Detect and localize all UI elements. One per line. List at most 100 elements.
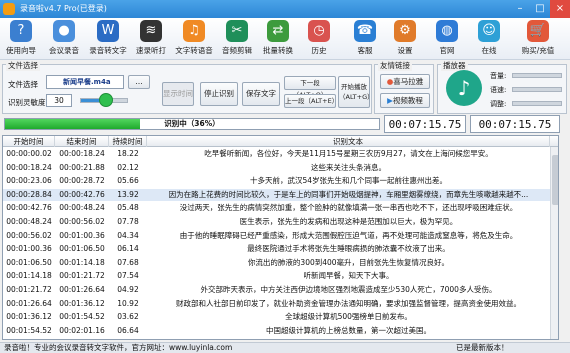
- toolbar-button-dictation[interactable]: ≋ 速录听打: [132, 20, 170, 58]
- ximalaya-link[interactable]: ●喜马拉雅: [380, 74, 430, 89]
- volume-slider[interactable]: [512, 73, 562, 78]
- speed-label: 语速:: [490, 86, 507, 94]
- cell-duration: 02.12: [117, 162, 139, 172]
- cell-text: 财政部和人社部日前印发了，就业补助资金管理办法通知明确，要求加强监督管理，提高资…: [176, 298, 521, 308]
- batch-convert-icon: ⇄: [267, 20, 289, 42]
- table-row[interactable]: 00:00:18.24 00:00:21.88 02.12 这些来关注头条消息。: [3, 162, 558, 174]
- toolbar-button-purchase[interactable]: 🛒 购买/充值: [510, 20, 566, 58]
- cell-start-time: 00:00:42.76: [6, 203, 52, 213]
- file-group-title: 文件选择: [6, 60, 40, 71]
- speed-slider[interactable]: [512, 87, 562, 92]
- next-segment-button[interactable]: 下一段（ALT+Q）: [284, 76, 336, 99]
- toolbar-button-online[interactable]: ☺ 在线: [474, 20, 504, 58]
- cell-end-time: 00:01:21.72: [59, 271, 105, 281]
- table-row[interactable]: 00:00:42.76 00:00:48.24 05.48 没过两天，张先生的病情突然…: [3, 202, 558, 214]
- cell-start-time: 00:01:54.52: [6, 325, 52, 335]
- cell-text: 这些来关注头条消息。: [311, 162, 386, 172]
- table-row[interactable]: 00:00:23.06 00:00:28.72 05.66 十多天前，武汉54岁张先生…: [3, 175, 558, 187]
- save-text-button[interactable]: 保存文字: [242, 82, 280, 106]
- cell-end-time: 00:02:01.16: [59, 325, 105, 335]
- cart-icon: 🛒: [527, 20, 549, 42]
- start-play-button[interactable]: 开始播放（ALT+G）: [338, 76, 374, 108]
- cell-duration: 10.92: [117, 298, 139, 308]
- status-bar: 录音啦！专业的会议录音转文字软件，官方网址：www.luyinla.com 已是…: [0, 342, 570, 353]
- microphone-icon: ●: [53, 20, 75, 42]
- table-row[interactable]: 00:00:00.02 00:00:18.24 18.22 吃早餐听新闻，各位好，今天…: [3, 148, 558, 160]
- settings-icon: ⚙: [394, 20, 416, 42]
- cell-text: 没过两天，张先生的病情突然加重，整个脸肿的就像填满一张一串西也吃不下，还出现呼吸…: [179, 203, 518, 213]
- file-path-field[interactable]: 新闻早餐.m4a: [46, 75, 124, 89]
- cell-start-time: 00:00:48.24: [6, 217, 52, 226]
- text-to-speech-icon: ♫: [183, 20, 205, 42]
- status-left-text: 录音啦！专业的会议录音转文字软件，官方网址：www.luyinla.com: [4, 343, 233, 352]
- table-row[interactable]: 00:01:26.64 00:01:36.12 10.92 财政部和人社部日前印发了，…: [3, 298, 558, 310]
- cell-start-time: 00:00:56.02: [6, 230, 52, 240]
- cell-end-time: 00:00:42.76: [59, 189, 105, 199]
- cell-start-time: 00:00:18.24: [6, 162, 52, 172]
- cell-start-time: 00:01:21.72: [6, 285, 52, 294]
- pitch-slider[interactable]: [512, 101, 562, 106]
- audio-edit-icon: ✂: [226, 20, 248, 42]
- table-row[interactable]: 00:01:21.72 00:01:26.64 04.92 外交部昨天表示，中方关注西…: [3, 284, 558, 296]
- friend-links-title: 友情链接: [378, 60, 412, 71]
- toolbar-button-batch-convert[interactable]: ⇄ 批量转换: [259, 20, 297, 58]
- cell-text: 由于他的睡眠障碍已经严重感染，形成大范围假腔压迫气道，再不处理可能造成窒息等，将…: [179, 230, 518, 240]
- cell-text: 医生表示，张先生的发病和出现这种是范围加以巨大，极为罕见。: [239, 217, 458, 226]
- table-row[interactable]: 00:01:54.52 00:02:01.16 06.64 中国超级计算机的上榜总数量…: [3, 325, 558, 337]
- table-row[interactable]: 00:00:48.24 00:00:56.02 07.78 医生表示，张先生的发病和出…: [3, 216, 558, 228]
- toolbar-button-audio-to-text[interactable]: W 录音转文字: [86, 20, 130, 58]
- sensitivity-input[interactable]: 30: [46, 94, 72, 107]
- header-duration[interactable]: 持续时间: [109, 136, 147, 147]
- music-note-icon[interactable]: ♪: [446, 70, 482, 106]
- header-start-time[interactable]: 开始时间: [3, 136, 55, 147]
- cell-text: 十多天前，武汉54岁张先生和几个同事一起前往惠州出差。: [249, 176, 448, 186]
- header-end-time[interactable]: 结束时间: [55, 136, 109, 147]
- cell-text: 中国超级计算机的上榜总数量，第一次超过美国。: [266, 325, 431, 335]
- prev-segment-button[interactable]: 上一段（ALT+E）: [284, 94, 338, 108]
- header-text[interactable]: 识别文本: [147, 136, 550, 147]
- minimize-icon[interactable]: –: [510, 0, 530, 18]
- cell-text: 全球超级计算机500强榜单日前发布。: [285, 312, 412, 322]
- window-title: 录音啦v4.7 Pro(已登录): [20, 4, 107, 13]
- online-icon: ☺: [478, 20, 500, 42]
- table-row[interactable]: 00:00:56.02 00:01:00.36 04.34 由于他的睡眠障碍已经严重感…: [3, 230, 558, 242]
- cell-end-time: 00:00:48.24: [59, 203, 105, 213]
- toolbar-button-support[interactable]: ☎ 客服: [350, 20, 380, 58]
- browse-button[interactable]: …: [128, 75, 150, 89]
- show-time-button[interactable]: 显示时间: [162, 82, 194, 106]
- toolbar-button-history[interactable]: ◷ 历史: [304, 20, 334, 58]
- cell-end-time: 00:01:06.50: [59, 244, 105, 254]
- cell-duration: 06.64: [117, 325, 139, 335]
- stop-recognition-button[interactable]: 停止识别: [200, 82, 238, 106]
- cell-start-time: 00:01:14.18: [6, 271, 52, 281]
- table-row[interactable]: 00:01:06.50 00:01:14.18 07.68 你流出的肺液的300到40…: [3, 257, 558, 269]
- toolbar-button-meeting-record[interactable]: ● 会议录音: [45, 20, 83, 58]
- history-icon: ◷: [308, 20, 330, 42]
- toolbar-button-guide[interactable]: ? 使用向导: [2, 20, 40, 58]
- cell-end-time: 00:01:14.18: [59, 257, 105, 267]
- table-row[interactable]: 00:00:28.84 00:00:42.76 13.92 因为在路上花费的时间比较久…: [3, 188, 558, 201]
- toolbar-button-website[interactable]: ◍ 官网: [432, 20, 462, 58]
- table-row[interactable]: 00:01:36.12 00:01:54.52 03.62 全球超级计算机500强榜单…: [3, 311, 558, 323]
- toolbar-button-settings[interactable]: ⚙ 设置: [390, 20, 420, 58]
- video-tutorial-link[interactable]: ▶视频教程: [380, 93, 430, 108]
- table-row[interactable]: 00:01:14.18 00:01:21.72 07.54 听新闻早餐，知天下大事。: [3, 270, 558, 282]
- cell-text: 你流出的肺液的300到400毫升，目前张先生恢复情况良好。: [247, 257, 450, 267]
- cell-duration: 03.62: [117, 312, 139, 322]
- cell-start-time: 00:01:36.12: [6, 312, 52, 322]
- scrollbar-thumb[interactable]: [552, 155, 558, 205]
- toolbar-button-audio-edit[interactable]: ✂ 音频剪辑: [218, 20, 256, 58]
- table-scrollbar[interactable]: [550, 147, 558, 339]
- app-logo-icon: [3, 3, 15, 15]
- cell-end-time: 00:00:18.24: [59, 149, 105, 158]
- maximize-icon[interactable]: □: [530, 0, 550, 18]
- cell-duration: 05.48: [117, 203, 139, 213]
- close-icon[interactable]: ×: [550, 0, 570, 18]
- cell-end-time: 00:00:28.72: [59, 176, 105, 186]
- table-row[interactable]: 00:01:00.36 00:01:06.50 06.14 最终医院通过手术将张先生睡…: [3, 243, 558, 255]
- cell-start-time: 00:01:26.64: [6, 298, 52, 308]
- transcript-table[interactable]: 开始时间 结束时间 持续时间 识别文本 00:00:00.02 00:00:18.…: [2, 135, 559, 340]
- toolbar-button-text-to-speech[interactable]: ♫ 文字转语音: [171, 20, 217, 58]
- total-time-display: 00:07:15.75: [470, 115, 560, 133]
- cell-end-time: 00:01:54.52: [59, 312, 105, 322]
